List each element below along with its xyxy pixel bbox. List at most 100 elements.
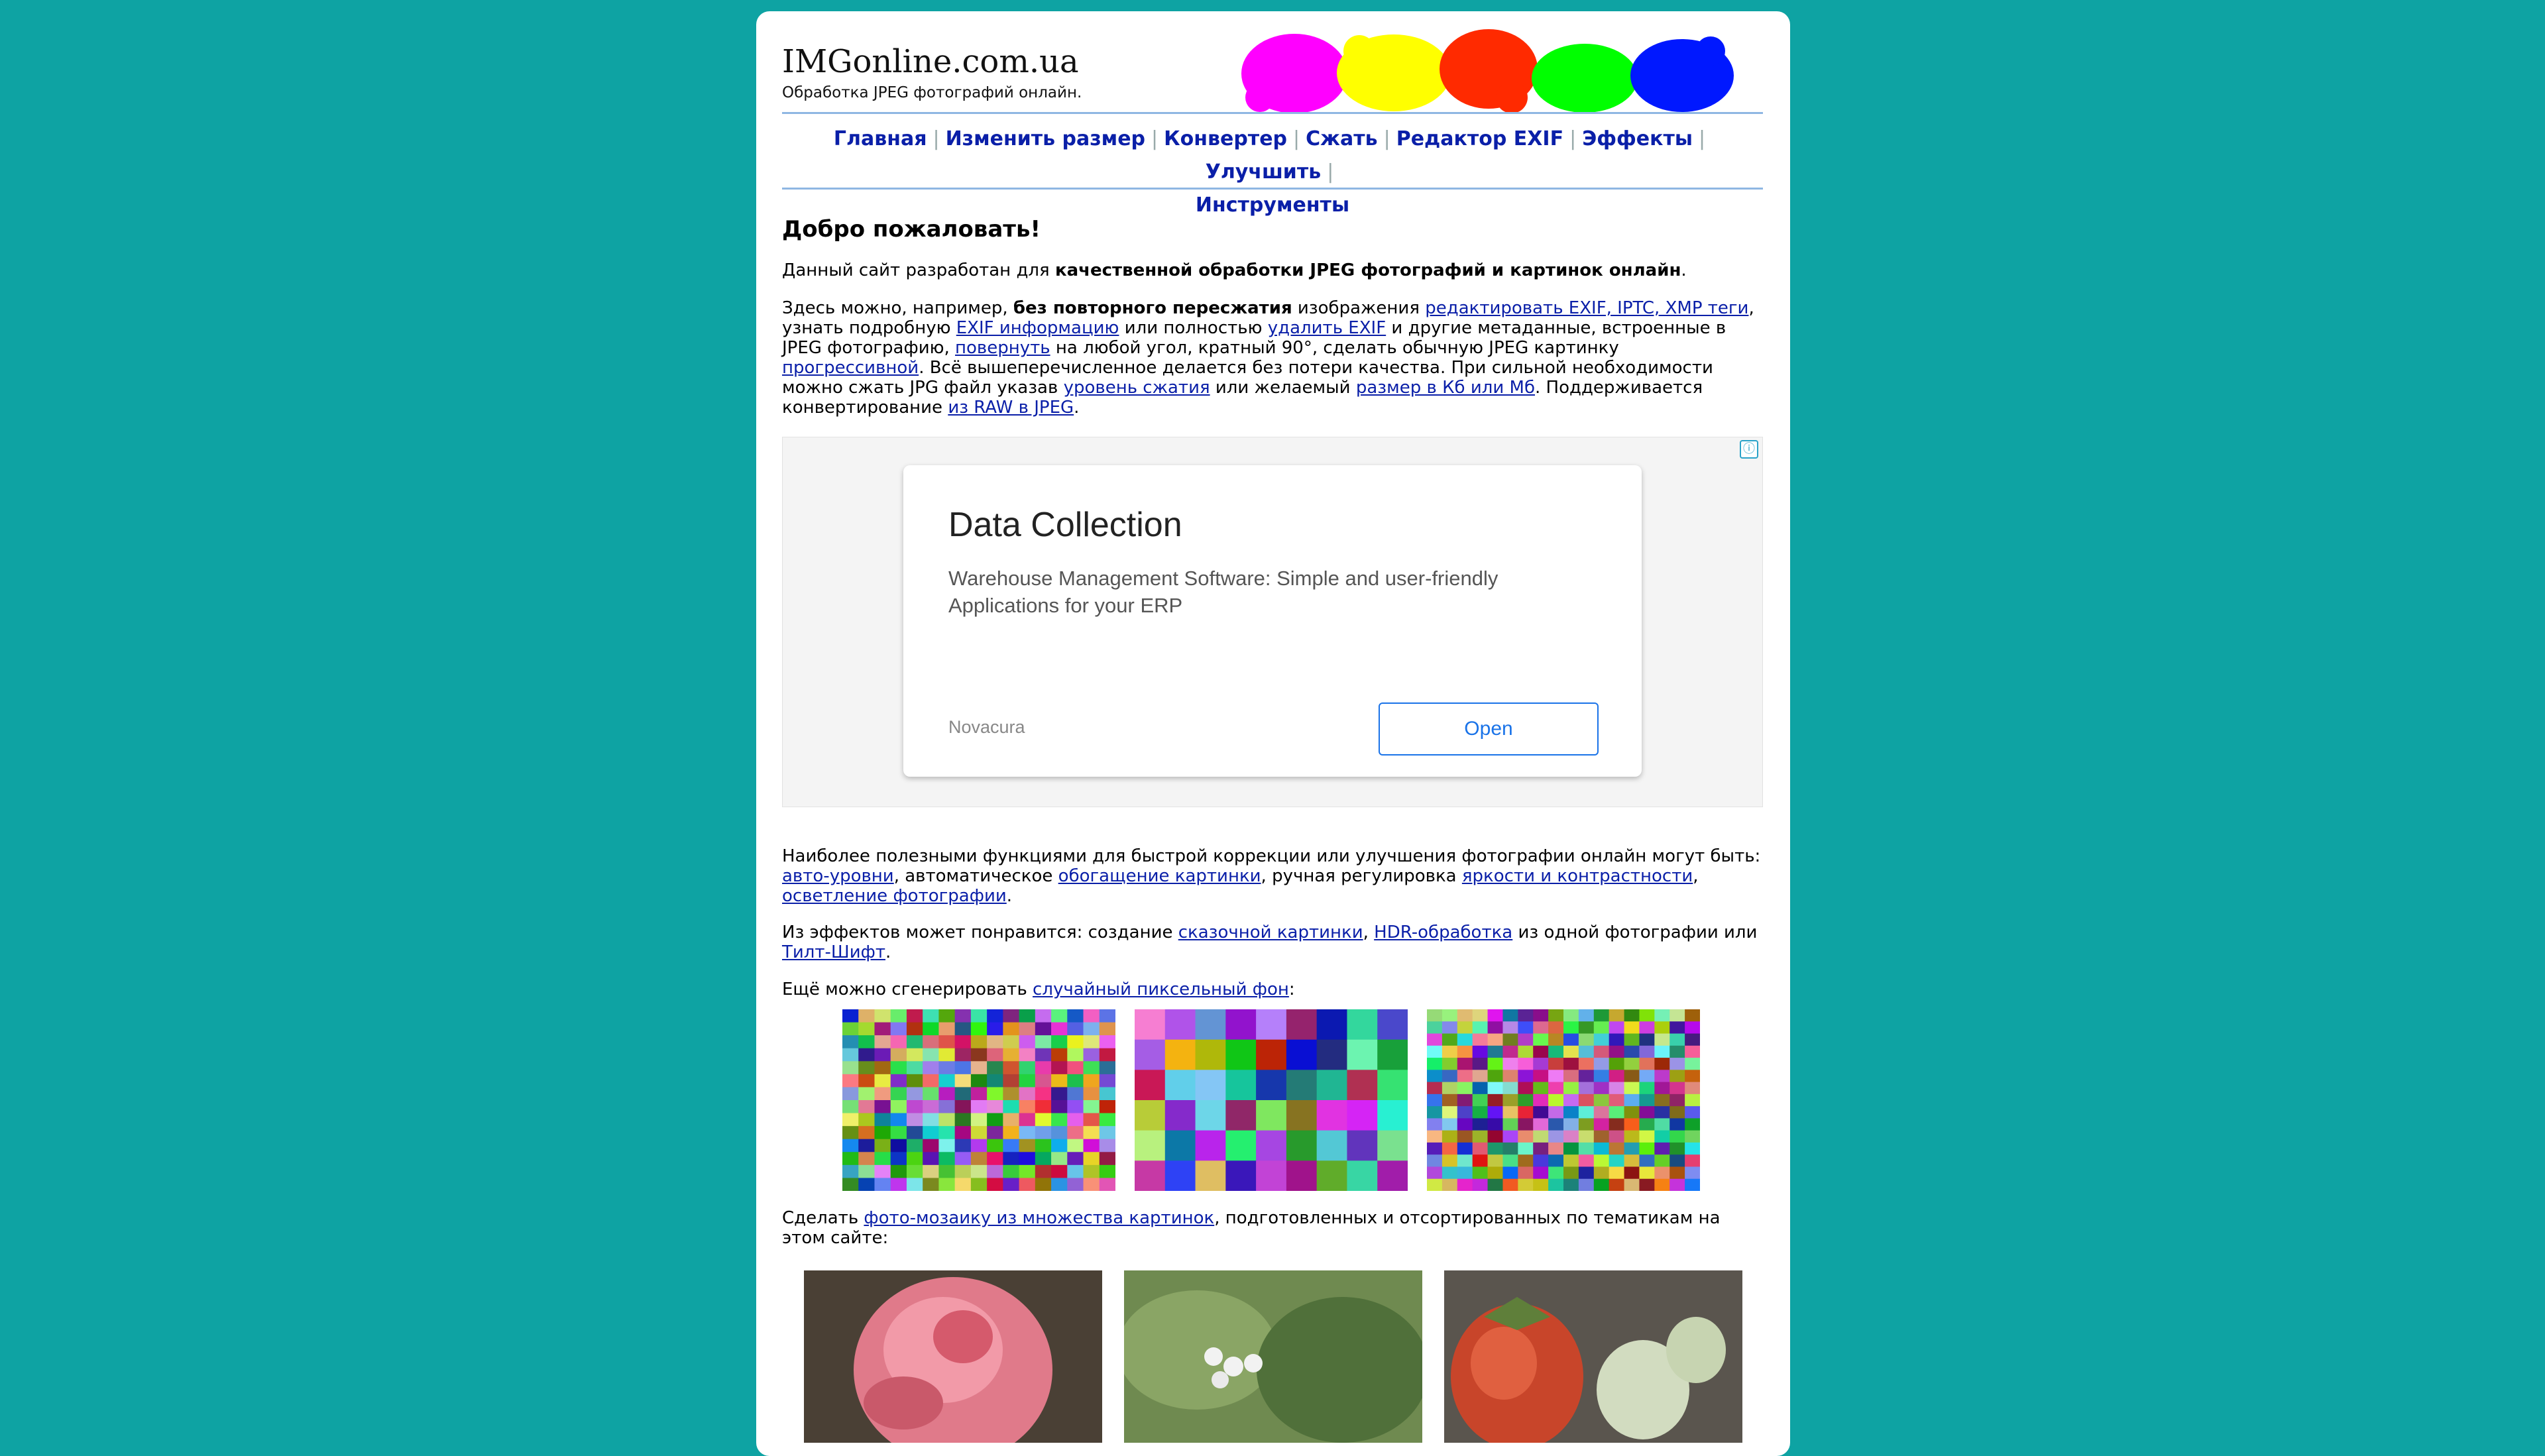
ad-card[interactable]: Data Collection Warehouse Management Sof… [903, 465, 1642, 777]
link-fairy-picture[interactable]: сказочной картинки [1178, 923, 1363, 942]
mosaic-sample-rose[interactable] [804, 1270, 1102, 1443]
pixel-cell [1316, 1160, 1347, 1191]
nav-item-compress[interactable]: Сжать [1306, 127, 1377, 150]
ad-banner[interactable]: ⓘ Data Collection Warehouse Management S… [782, 437, 1763, 807]
pixel-cell [1487, 1021, 1503, 1035]
pixel-cell [938, 1126, 956, 1140]
pixel-text: Ещё можно сгенерировать [782, 980, 1033, 999]
pixel-cell [1099, 1139, 1115, 1152]
pixel-cell [1286, 1130, 1318, 1161]
pixel-cell [1654, 1178, 1670, 1191]
ad-description[interactable]: Warehouse Management Software: Simple an… [948, 565, 1598, 619]
pixel-cell [1654, 1021, 1670, 1035]
pixel-cell [1135, 1100, 1166, 1131]
pixel-cell [1654, 1070, 1670, 1083]
nav-item-resize[interactable]: Изменить размер [946, 127, 1145, 150]
pixel-cell [858, 1074, 875, 1088]
pixel-cell [1472, 1021, 1489, 1035]
pixel-cell [923, 1074, 939, 1088]
link-size-kb-mb[interactable]: размер в Кб или Мб [1356, 378, 1535, 398]
pixel-cell [890, 1022, 907, 1036]
pixel-cell [890, 1035, 907, 1049]
pixel-cell [923, 1100, 939, 1114]
welcome-title: Добро пожаловать! [782, 216, 1041, 243]
pixel-cell [1563, 1154, 1579, 1167]
pixel-cell [1051, 1164, 1068, 1178]
pixel-cell [970, 1178, 988, 1191]
nav-separator: | [1698, 127, 1706, 150]
link-enrich-picture[interactable]: обогащение картинки [1058, 866, 1261, 886]
pixel-cell [1019, 1061, 1036, 1075]
link-rotate[interactable]: повернуть [955, 338, 1050, 358]
ad-info-icon[interactable]: ⓘ [1740, 440, 1758, 459]
useful-text: Наиболее полезными функциями для быстрой… [782, 846, 1761, 866]
pixel-background-sample-1[interactable] [842, 1009, 1115, 1191]
ad-title[interactable]: Data Collection [948, 505, 1182, 545]
nav-item-exif-editor[interactable]: Редактор EXIF [1396, 127, 1563, 150]
pixel-cell [874, 1139, 891, 1152]
mosaic-sample-lily-of-valley[interactable] [1124, 1270, 1422, 1443]
mosaic-sample-strawberry[interactable] [1444, 1270, 1742, 1443]
pixel-cell [1457, 1130, 1473, 1143]
link-exif-info[interactable]: EXIF информацию [956, 318, 1119, 338]
nav-item-converter[interactable]: Конвертер [1164, 127, 1287, 150]
pixel-cell [1427, 1118, 1443, 1131]
pixel-cell [1067, 1074, 1084, 1088]
pixel-cell [906, 1178, 923, 1191]
link-random-pixel-background[interactable]: случайный пиксельный фон [1033, 980, 1289, 999]
nav-item-home[interactable]: Главная [834, 127, 927, 150]
pixel-cell [1442, 1070, 1458, 1083]
pixel-cell [987, 1178, 1003, 1191]
pixel-cell [1472, 1130, 1489, 1143]
features-text: Здесь можно, например, [782, 298, 1013, 318]
pixel-cell [1135, 1039, 1166, 1070]
link-compression-level[interactable]: уровень сжатия [1064, 378, 1210, 398]
pixel-cell [1578, 1106, 1595, 1119]
link-photo-mosaic[interactable]: фото-мозаику из множества картинок [864, 1208, 1214, 1228]
link-lighten-photo[interactable]: осветление фотографии [782, 886, 1007, 906]
pixel-cell [1051, 1022, 1068, 1036]
pixel-cell [1669, 1045, 1685, 1058]
pixel-cell [842, 1178, 859, 1191]
pixel-cell [954, 1061, 972, 1075]
link-remove-exif[interactable]: удалить EXIF [1268, 318, 1386, 338]
pixel-cell [1067, 1035, 1084, 1049]
nav-item-tools[interactable]: Инструменты [1196, 194, 1349, 217]
link-hdr[interactable]: HDR-обработка [1374, 923, 1512, 942]
pixel-cell [890, 1152, 907, 1166]
pixel-cell [1083, 1100, 1100, 1114]
site-title[interactable]: IMGonline.com.ua [782, 43, 1079, 80]
pixel-cell [1502, 1009, 1518, 1022]
link-tilt-shift[interactable]: Тилт-Шифт [782, 942, 885, 962]
pixel-cell [923, 1178, 939, 1191]
pixel-cell [1099, 1152, 1115, 1166]
pixel-cell [1457, 1166, 1473, 1180]
pixel-cell [1377, 1009, 1408, 1040]
useful-text: . [1006, 886, 1013, 906]
link-auto-levels[interactable]: авто-уровни [782, 866, 894, 886]
link-raw-to-jpeg[interactable]: из RAW в JPEG [948, 398, 1074, 418]
ad-brand[interactable]: Novacura [948, 717, 1025, 738]
pixel-cell [1563, 1070, 1579, 1083]
pixel-background-sample-2[interactable] [1135, 1009, 1408, 1191]
pixel-cell [1578, 1045, 1595, 1058]
link-brightness-contrast[interactable]: яркости и контрастности [1462, 866, 1693, 886]
pixel-cell [987, 1022, 1003, 1036]
ad-open-button[interactable]: Open [1379, 702, 1599, 756]
link-edit-exif[interactable]: редактировать EXIF, IPTC, XMP теги [1425, 298, 1748, 318]
link-progressive[interactable]: прогрессивной [782, 358, 919, 378]
nav-separator: | [933, 127, 940, 150]
nav-item-improve[interactable]: Улучшить [1206, 160, 1322, 184]
pixel-cell [1563, 1130, 1579, 1143]
pixel-cell [890, 1139, 907, 1152]
pixel-cell [858, 1126, 875, 1140]
pixel-background-sample-3[interactable] [1427, 1009, 1700, 1191]
nav-item-effects[interactable]: Эффекты [1582, 127, 1693, 150]
pixel-cell [1427, 1154, 1443, 1167]
pixel-cell [1472, 1082, 1489, 1095]
pixel-cell [1457, 1082, 1473, 1095]
pixel-cell [1316, 1130, 1347, 1161]
pixel-cell [1067, 1126, 1084, 1140]
pixel-cell [1099, 1074, 1115, 1088]
pixel-cell [938, 1178, 956, 1191]
